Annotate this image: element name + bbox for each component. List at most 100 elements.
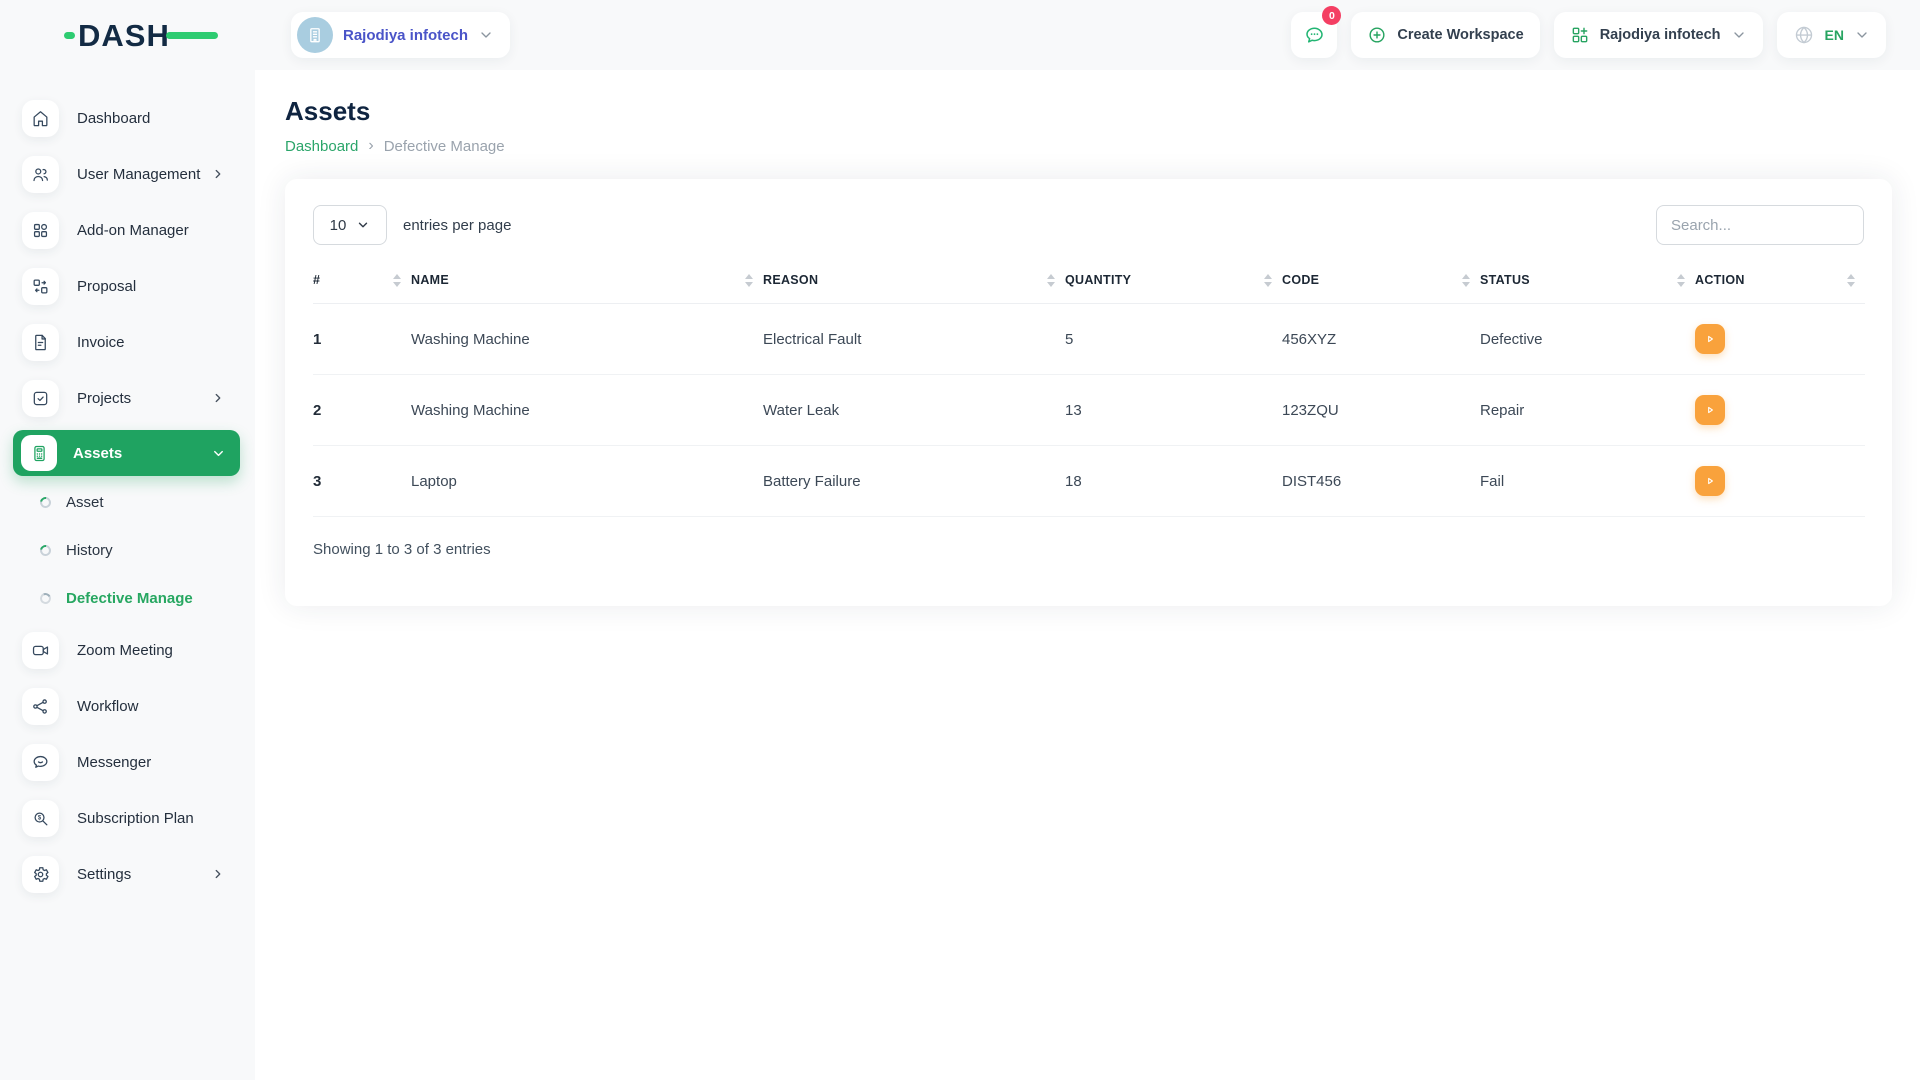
workspace-avatar <box>297 17 333 53</box>
breadcrumb-dashboard-link[interactable]: Dashboard <box>285 138 358 155</box>
entries-per-page-label: entries per page <box>403 216 512 234</box>
chat-bubble-icon <box>22 743 59 781</box>
cell-quantity: 5 <box>1065 303 1282 375</box>
sidebar-item-workflow[interactable]: Workflow <box>0 678 255 734</box>
sidebar-item-proposal[interactable]: Proposal <box>0 258 255 314</box>
cell-index: 3 <box>313 445 411 517</box>
sidebar-subitem-asset[interactable]: Asset <box>0 478 255 526</box>
chevron-down-icon <box>211 446 226 461</box>
breadcrumb: Dashboard › Defective Manage <box>285 137 1892 155</box>
cell-status: Fail <box>1480 445 1695 517</box>
chevron-right-icon <box>211 391 225 405</box>
invoice-icon <box>22 323 59 361</box>
cell-status: Defective <box>1480 303 1695 375</box>
sort-icon <box>1047 273 1055 287</box>
language-selector[interactable]: EN <box>1776 12 1886 58</box>
row-action-button[interactable] <box>1695 324 1725 354</box>
workspace-grid-plus-icon <box>1570 25 1590 45</box>
topbar: DASH Rajodiya infotech 0 Create Workspac… <box>0 0 1920 70</box>
cell-code: 123ZQU <box>1282 374 1480 446</box>
page-title: Assets <box>285 96 371 126</box>
column-header-status[interactable]: STATUS <box>1480 273 1695 304</box>
column-header-index[interactable]: # <box>313 273 411 304</box>
bullet-icon <box>38 590 53 606</box>
sidebar-item-user-management[interactable]: User Management <box>0 146 255 202</box>
row-action-button[interactable] <box>1695 466 1725 496</box>
cell-status: Repair <box>1480 374 1695 446</box>
notification-badge: 0 <box>1322 6 1342 25</box>
entries-per-page-select[interactable]: 10 <box>313 205 387 245</box>
caret-right-icon <box>1702 331 1718 347</box>
table-toolbar: 10 entries per page <box>313 205 1864 245</box>
cell-name: Laptop <box>411 445 763 517</box>
sidebar-item-invoice[interactable]: Invoice <box>0 314 255 370</box>
cell-quantity: 18 <box>1065 445 1282 517</box>
sidebar-item-messenger[interactable]: Messenger <box>0 734 255 790</box>
main-content: Assets Dashboard › Defective Manage 10 e… <box>255 70 1920 1080</box>
logo-text: DASH <box>78 18 170 53</box>
message-bubble-icon <box>1303 24 1326 47</box>
language-code: EN <box>1824 27 1844 43</box>
search-input[interactable] <box>1656 205 1864 245</box>
table-header-row: # NAME REASON QUANTITY CODE STATUS ACTIO… <box>313 273 1865 304</box>
create-workspace-label: Create Workspace <box>1397 27 1524 43</box>
table-row: 3 Laptop Battery Failure 18 DIST456 Fail <box>313 445 1865 517</box>
workspace-name: Rajodiya infotech <box>343 26 469 44</box>
grid-icon <box>22 211 59 249</box>
table-row: 2 Washing Machine Water Leak 13 123ZQU R… <box>313 374 1865 446</box>
notifications-button[interactable]: 0 <box>1291 6 1342 58</box>
breadcrumb-current: Defective Manage <box>383 137 505 155</box>
calculator-icon <box>21 435 57 471</box>
sidebar-item-zoom-meeting[interactable]: Zoom Meeting <box>0 622 255 678</box>
defective-assets-table: # NAME REASON QUANTITY CODE STATUS ACTIO… <box>313 273 1865 517</box>
sort-icon <box>745 273 753 287</box>
table-row: 1 Washing Machine Electrical Fault 5 456… <box>313 303 1865 375</box>
create-workspace-button[interactable]: Create Workspace <box>1351 12 1540 58</box>
column-header-quantity[interactable]: QUANTITY <box>1065 273 1282 304</box>
chevron-down-icon <box>478 27 494 43</box>
sidebar-item-subscription-plan[interactable]: $ Subscription Plan <box>0 790 255 846</box>
cell-index: 2 <box>313 374 411 446</box>
chevron-down-icon <box>1731 27 1747 43</box>
cell-code: DIST456 <box>1282 445 1480 517</box>
workspace-dropdown-label: Rajodiya infotech <box>1599 27 1721 43</box>
column-header-action[interactable]: ACTION <box>1695 273 1865 304</box>
column-header-name[interactable]: NAME <box>411 273 763 304</box>
chevron-right-icon <box>211 167 225 181</box>
cell-reason: Battery Failure <box>763 445 1065 517</box>
app-logo[interactable]: DASH <box>64 20 218 51</box>
sidebar: Dashboard User Management Add-on Manager <box>0 70 255 1080</box>
column-header-code[interactable]: CODE <box>1282 273 1480 304</box>
workspace-switcher-pill[interactable]: Rajodiya infotech <box>291 12 511 58</box>
globe-icon <box>1793 24 1815 46</box>
sidebar-subitem-history[interactable]: History <box>0 526 255 574</box>
sidebar-item-settings[interactable]: Settings <box>0 846 255 902</box>
workspace-dropdown[interactable]: Rajodiya infotech <box>1553 12 1763 58</box>
swap-icon <box>22 267 59 305</box>
chevron-down-icon <box>356 218 370 232</box>
check-square-icon <box>22 379 59 417</box>
sort-icon <box>1462 273 1470 287</box>
cell-reason: Water Leak <box>763 374 1065 446</box>
topbar-actions: 0 Create Workspace Rajodiya infotech EN <box>1291 6 1886 58</box>
sort-icon <box>1264 273 1272 287</box>
building-icon <box>305 25 325 45</box>
cell-quantity: 13 <box>1065 374 1282 446</box>
search-dollar-icon: $ <box>22 799 59 837</box>
sidebar-subitem-defective-manage[interactable]: Defective Manage <box>0 574 255 622</box>
sidebar-item-assets[interactable]: Assets <box>13 430 240 476</box>
entries-per-page-value: 10 <box>329 216 347 234</box>
sidebar-item-dashboard[interactable]: Dashboard <box>0 90 255 146</box>
sidebar-item-addon-manager[interactable]: Add-on Manager <box>0 202 255 258</box>
assets-card: 10 entries per page # NAME REASON Q <box>285 179 1892 606</box>
sort-icon <box>1677 273 1685 287</box>
table-entries-summary: Showing 1 to 3 of 3 entries <box>313 541 491 558</box>
cell-index: 1 <box>313 303 411 375</box>
row-action-button[interactable] <box>1695 395 1725 425</box>
cell-reason: Electrical Fault <box>763 303 1065 375</box>
gear-icon <box>22 855 59 893</box>
column-header-reason[interactable]: REASON <box>763 273 1065 304</box>
sidebar-item-projects[interactable]: Projects <box>0 370 255 426</box>
svg-text:$: $ <box>38 815 42 821</box>
caret-right-icon <box>1702 473 1718 489</box>
